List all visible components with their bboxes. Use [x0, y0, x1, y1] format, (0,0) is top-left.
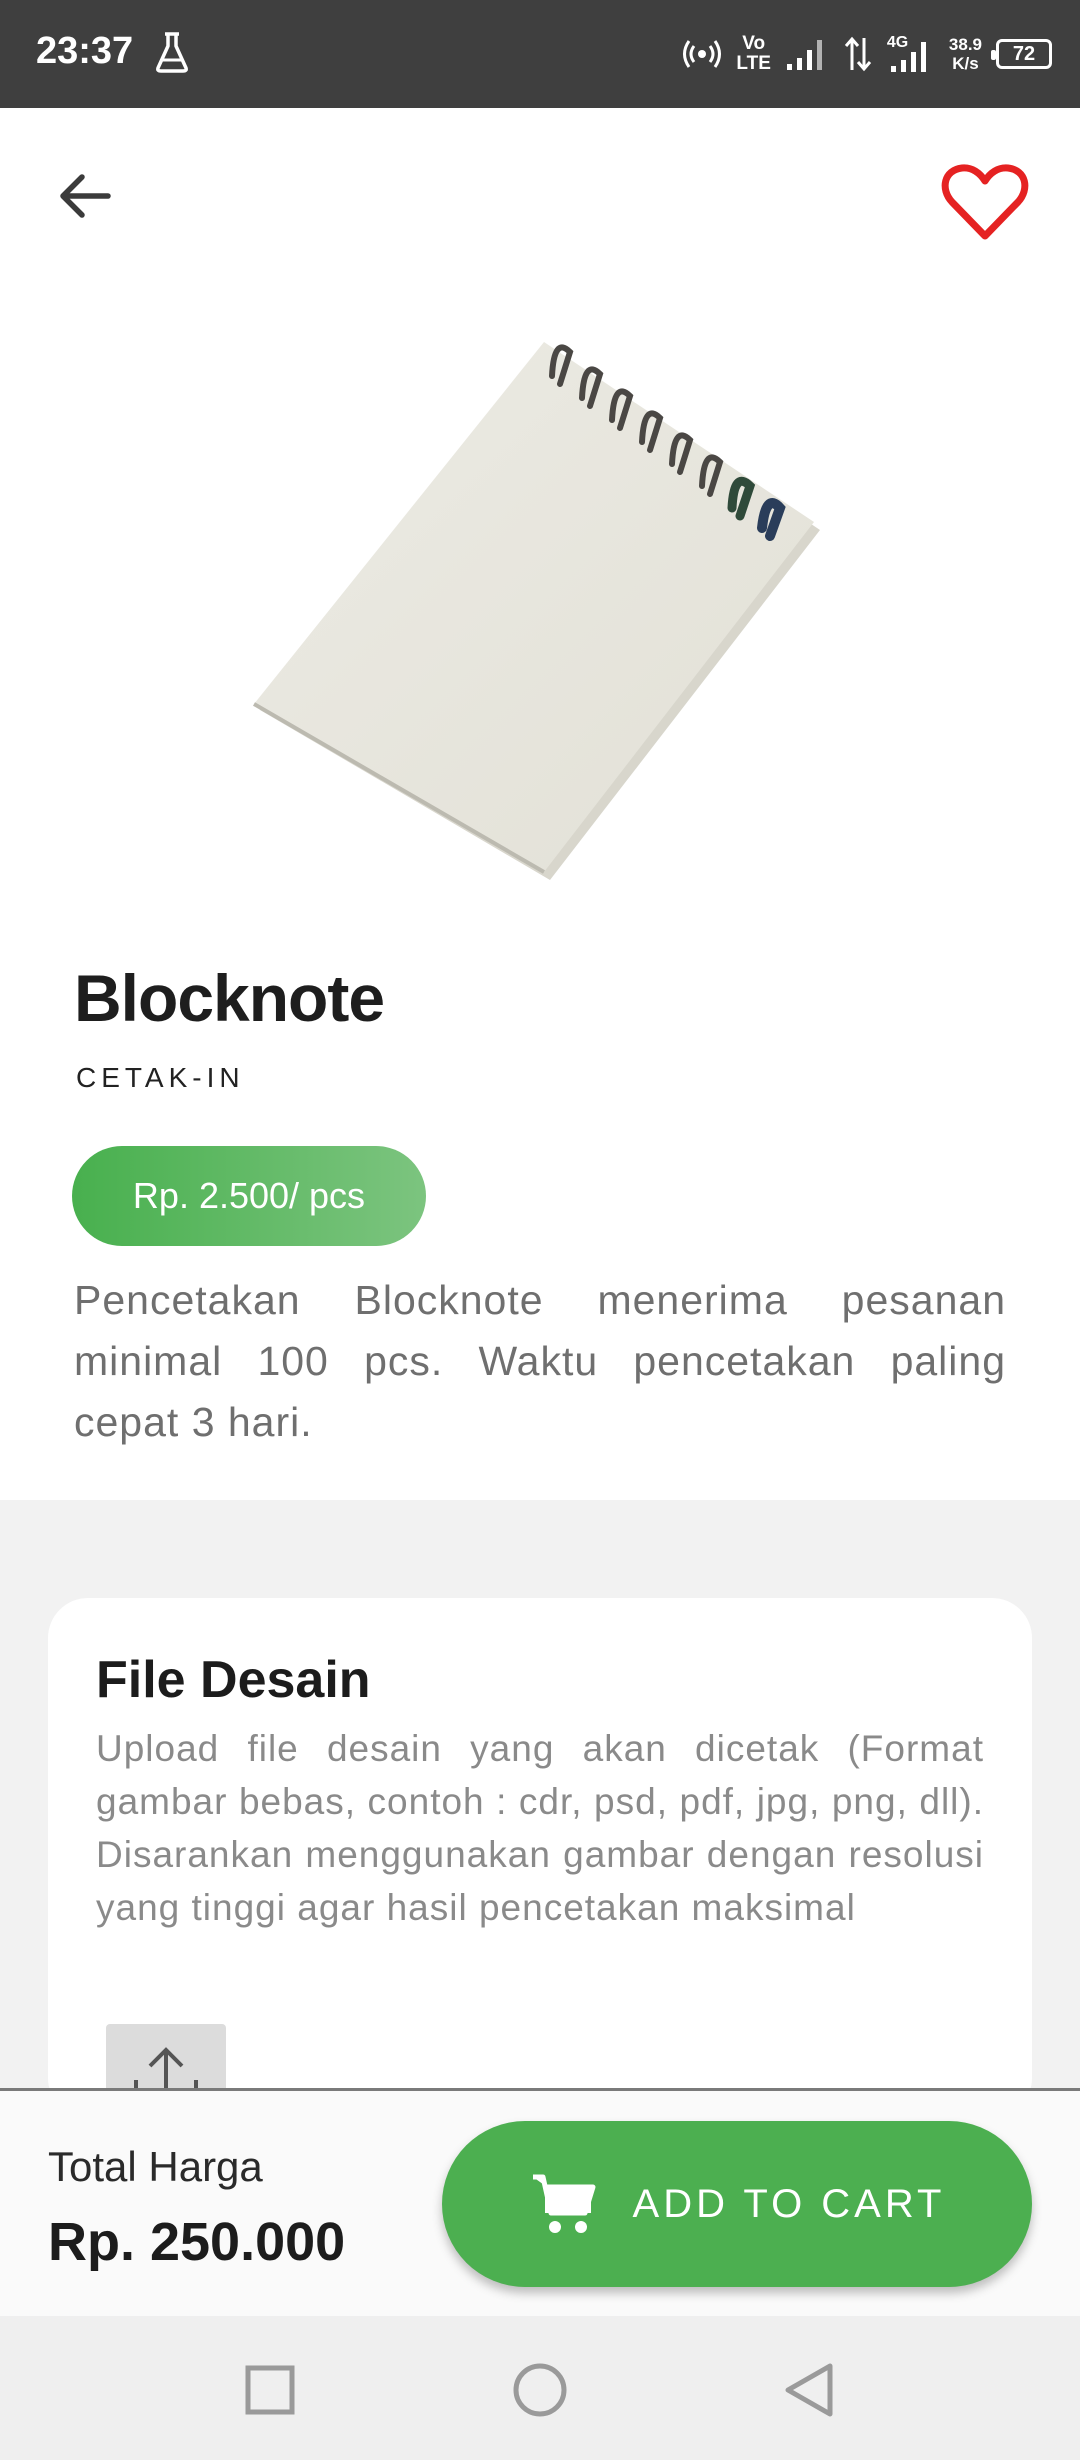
recents-square-icon[interactable] — [240, 2360, 300, 2420]
data-transfer-icon — [844, 36, 872, 72]
product-image — [252, 342, 820, 880]
signal-icon — [786, 40, 822, 70]
checkout-bar: Total Harga Rp. 250.000 ADD TO CART — [0, 2088, 1080, 2316]
signal-4g: 4G — [887, 34, 935, 74]
network-speed: 38.9 K/s — [948, 35, 982, 73]
battery-level: 72 — [1012, 42, 1036, 65]
battery-indicator: 72 — [991, 39, 1052, 69]
product-description: Pencetakan Blocknote menerima pesanan mi… — [74, 1277, 1006, 1445]
file-design-card: File Desain Upload file desain yang akan… — [48, 1598, 1032, 2118]
product-brand: CETAK-IN — [76, 1062, 245, 1093]
home-circle-icon[interactable] — [510, 2360, 570, 2420]
file-section-title: File Desain — [96, 1651, 371, 1709]
favorite-heart-icon[interactable] — [940, 162, 1030, 244]
product-title: Blocknote — [74, 961, 385, 1035]
signal-4g-icon — [890, 42, 926, 72]
price-badge: Rp. 2.500/ pcs — [72, 1146, 426, 1246]
file-section-description: Upload file desain yang akan dicetak (Fo… — [96, 1728, 984, 1928]
system-nav-bar — [0, 2316, 1080, 2460]
add-to-cart-label: ADD TO CART — [632, 2181, 946, 2226]
hotspot-icon — [683, 40, 722, 68]
volte-label: Vo LTE — [736, 33, 771, 74]
total-price-value: Rp. 250.000 — [48, 2212, 346, 2272]
price-label: Rp. 2.500/ pcs — [132, 1175, 366, 1216]
shopping-cart-icon — [532, 2174, 596, 2233]
back-triangle-icon[interactable] — [780, 2360, 840, 2420]
total-price-label: Total Harga — [48, 2143, 263, 2190]
add-to-cart-button[interactable]: ADD TO CART — [442, 2121, 1032, 2287]
status-bar: 23:37 Vo LTE 4G 38.9 K/s 72 — [0, 0, 1080, 108]
status-time: 23:37 — [36, 30, 134, 72]
lab-flask-icon — [156, 32, 188, 73]
back-arrow-icon[interactable] — [54, 164, 118, 228]
status-icons: Vo LTE 4G 38.9 K/s 72 — [682, 26, 1052, 82]
